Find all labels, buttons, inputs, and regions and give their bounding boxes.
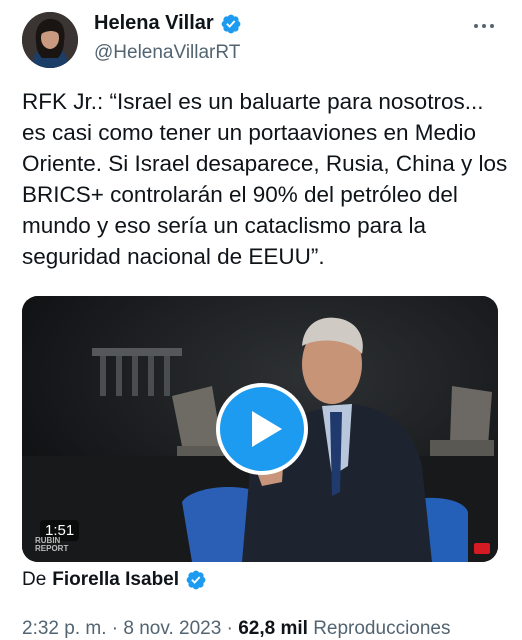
view-count: 62,8 mil [238,618,308,639]
separator: · [111,618,119,639]
separator: · [226,618,233,639]
views-label: Reproducciones [313,618,451,639]
avatar-image [22,12,78,68]
dot [482,24,486,28]
tweet-date[interactable]: 8 nov. 2023 [123,618,221,639]
author-name-row: Helena Villar [94,12,242,35]
video-source-row: De Fiorella Isabel [22,569,207,591]
channel-logo-icon [474,543,490,554]
tweet-text: RFK Jr.: “Israel es un baluarte para nos… [22,89,508,269]
dot [474,24,478,28]
video-player[interactable]: 1:51 RUBIN REPORT [22,296,498,562]
verified-badge-icon [186,570,206,590]
play-button[interactable] [216,383,308,475]
dot [490,24,494,28]
play-icon [216,383,308,475]
channel-watermark: RUBIN REPORT [35,537,68,553]
tweet-meta: 2:32 p. m. · 8 nov. 2023 · 62,8 mil Repr… [22,618,451,640]
author-handle[interactable]: @HelenaVillarRT [94,42,240,64]
source-prefix: De [22,569,47,590]
avatar[interactable] [22,12,78,68]
author-name[interactable]: Helena Villar [94,12,214,35]
tweet-time[interactable]: 2:32 p. m. [22,618,107,639]
watermark-line: REPORT [35,544,69,553]
verified-badge-icon [221,14,241,33]
source-name[interactable]: Fiorella Isabel [52,569,179,591]
more-options-icon[interactable] [474,18,498,34]
